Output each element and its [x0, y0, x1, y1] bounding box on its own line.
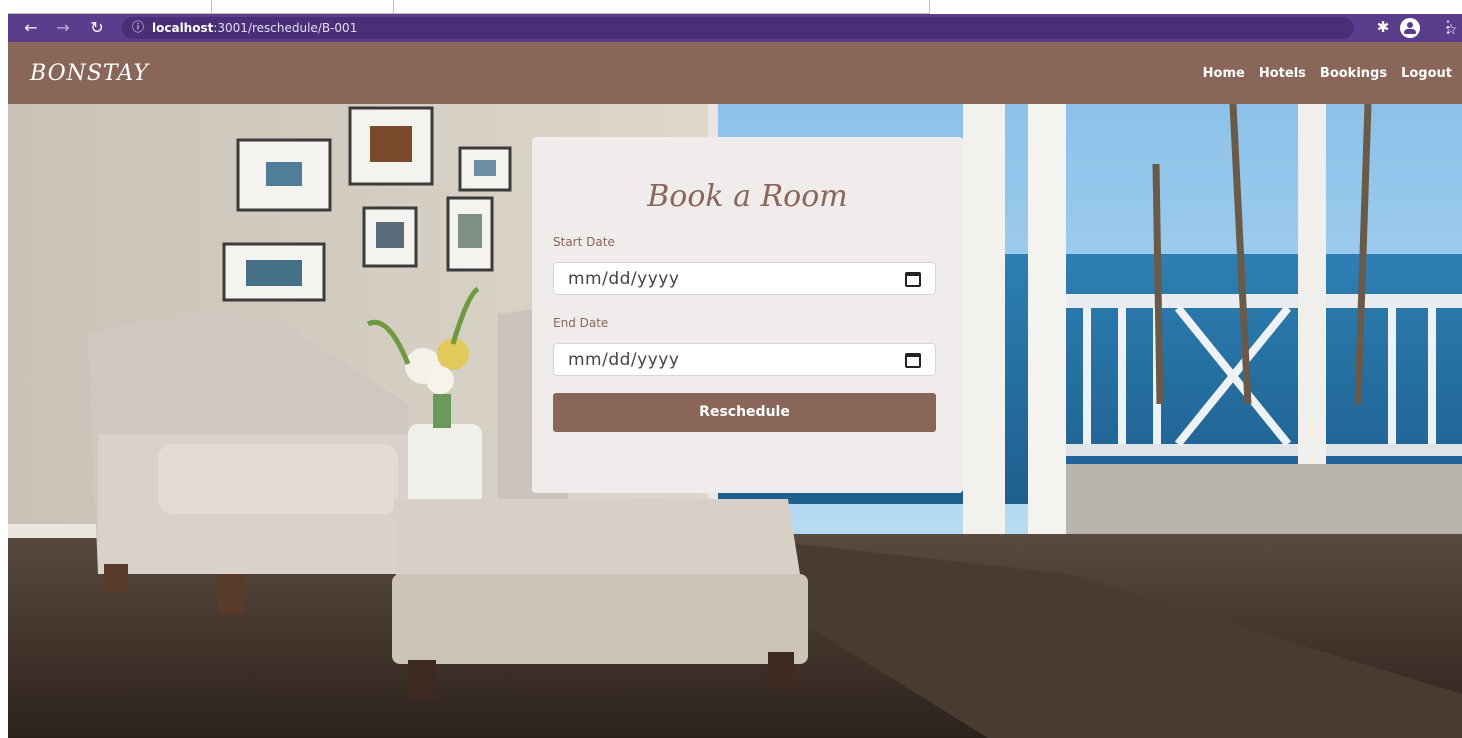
address-bar[interactable]: ⓘ localhost:3001/reschedule/B-001 ☆: [122, 17, 1457, 39]
nav-link-logout[interactable]: Logout: [1401, 66, 1452, 81]
avatar-body: [1404, 29, 1416, 34]
start-date-label: Start Date: [553, 235, 615, 249]
top-strip: [8, 0, 1462, 14]
profile-avatar-icon[interactable]: [1400, 18, 1420, 38]
start-date-value: mm/dd/yyyy: [568, 269, 680, 289]
reload-icon[interactable]: ↻: [88, 19, 106, 37]
end-date-value: mm/dd/yyyy: [568, 350, 680, 370]
extensions-icon[interactable]: ✱: [1374, 18, 1392, 36]
nav-links: Home Hotels Bookings Logout: [1203, 66, 1452, 81]
strip-segment: [212, 0, 394, 14]
nav-link-home[interactable]: Home: [1203, 66, 1245, 81]
form-title: Book a Room: [647, 179, 848, 214]
menu-kebab-icon[interactable]: ⋮: [1440, 18, 1456, 38]
url-text[interactable]: localhost:3001/reschedule/B-001: [152, 20, 357, 36]
strip-segment: [394, 0, 930, 14]
nav-link-hotels[interactable]: Hotels: [1259, 66, 1306, 81]
start-date-input[interactable]: mm/dd/yyyy: [553, 262, 936, 295]
end-date-label: End Date: [553, 316, 609, 330]
nav-link-bookings[interactable]: Bookings: [1320, 66, 1387, 81]
forward-icon[interactable]: →: [54, 19, 72, 37]
brand-logo[interactable]: BONSTAY: [30, 61, 149, 86]
calendar-icon[interactable]: [905, 272, 921, 287]
calendar-icon[interactable]: [905, 353, 921, 368]
browser-window: ← → ↻ ⓘ localhost:3001/reschedule/B-001 …: [8, 0, 1462, 738]
info-icon[interactable]: ⓘ: [130, 19, 146, 35]
reschedule-button[interactable]: Reschedule: [553, 393, 936, 432]
site-navbar: BONSTAY Home Hotels Bookings Logout: [8, 42, 1462, 104]
strip-segment: [8, 0, 212, 14]
avatar-head: [1407, 22, 1413, 28]
back-icon[interactable]: ←: [22, 19, 40, 37]
url-host: localhost: [152, 21, 214, 35]
end-date-input[interactable]: mm/dd/yyyy: [553, 343, 936, 376]
reschedule-card: Book a Room Start Date mm/dd/yyyy End Da…: [532, 137, 963, 493]
browser-toolbar: ← → ↻ ⓘ localhost:3001/reschedule/B-001 …: [8, 14, 1462, 42]
url-path: :3001/reschedule/B-001: [213, 21, 358, 35]
